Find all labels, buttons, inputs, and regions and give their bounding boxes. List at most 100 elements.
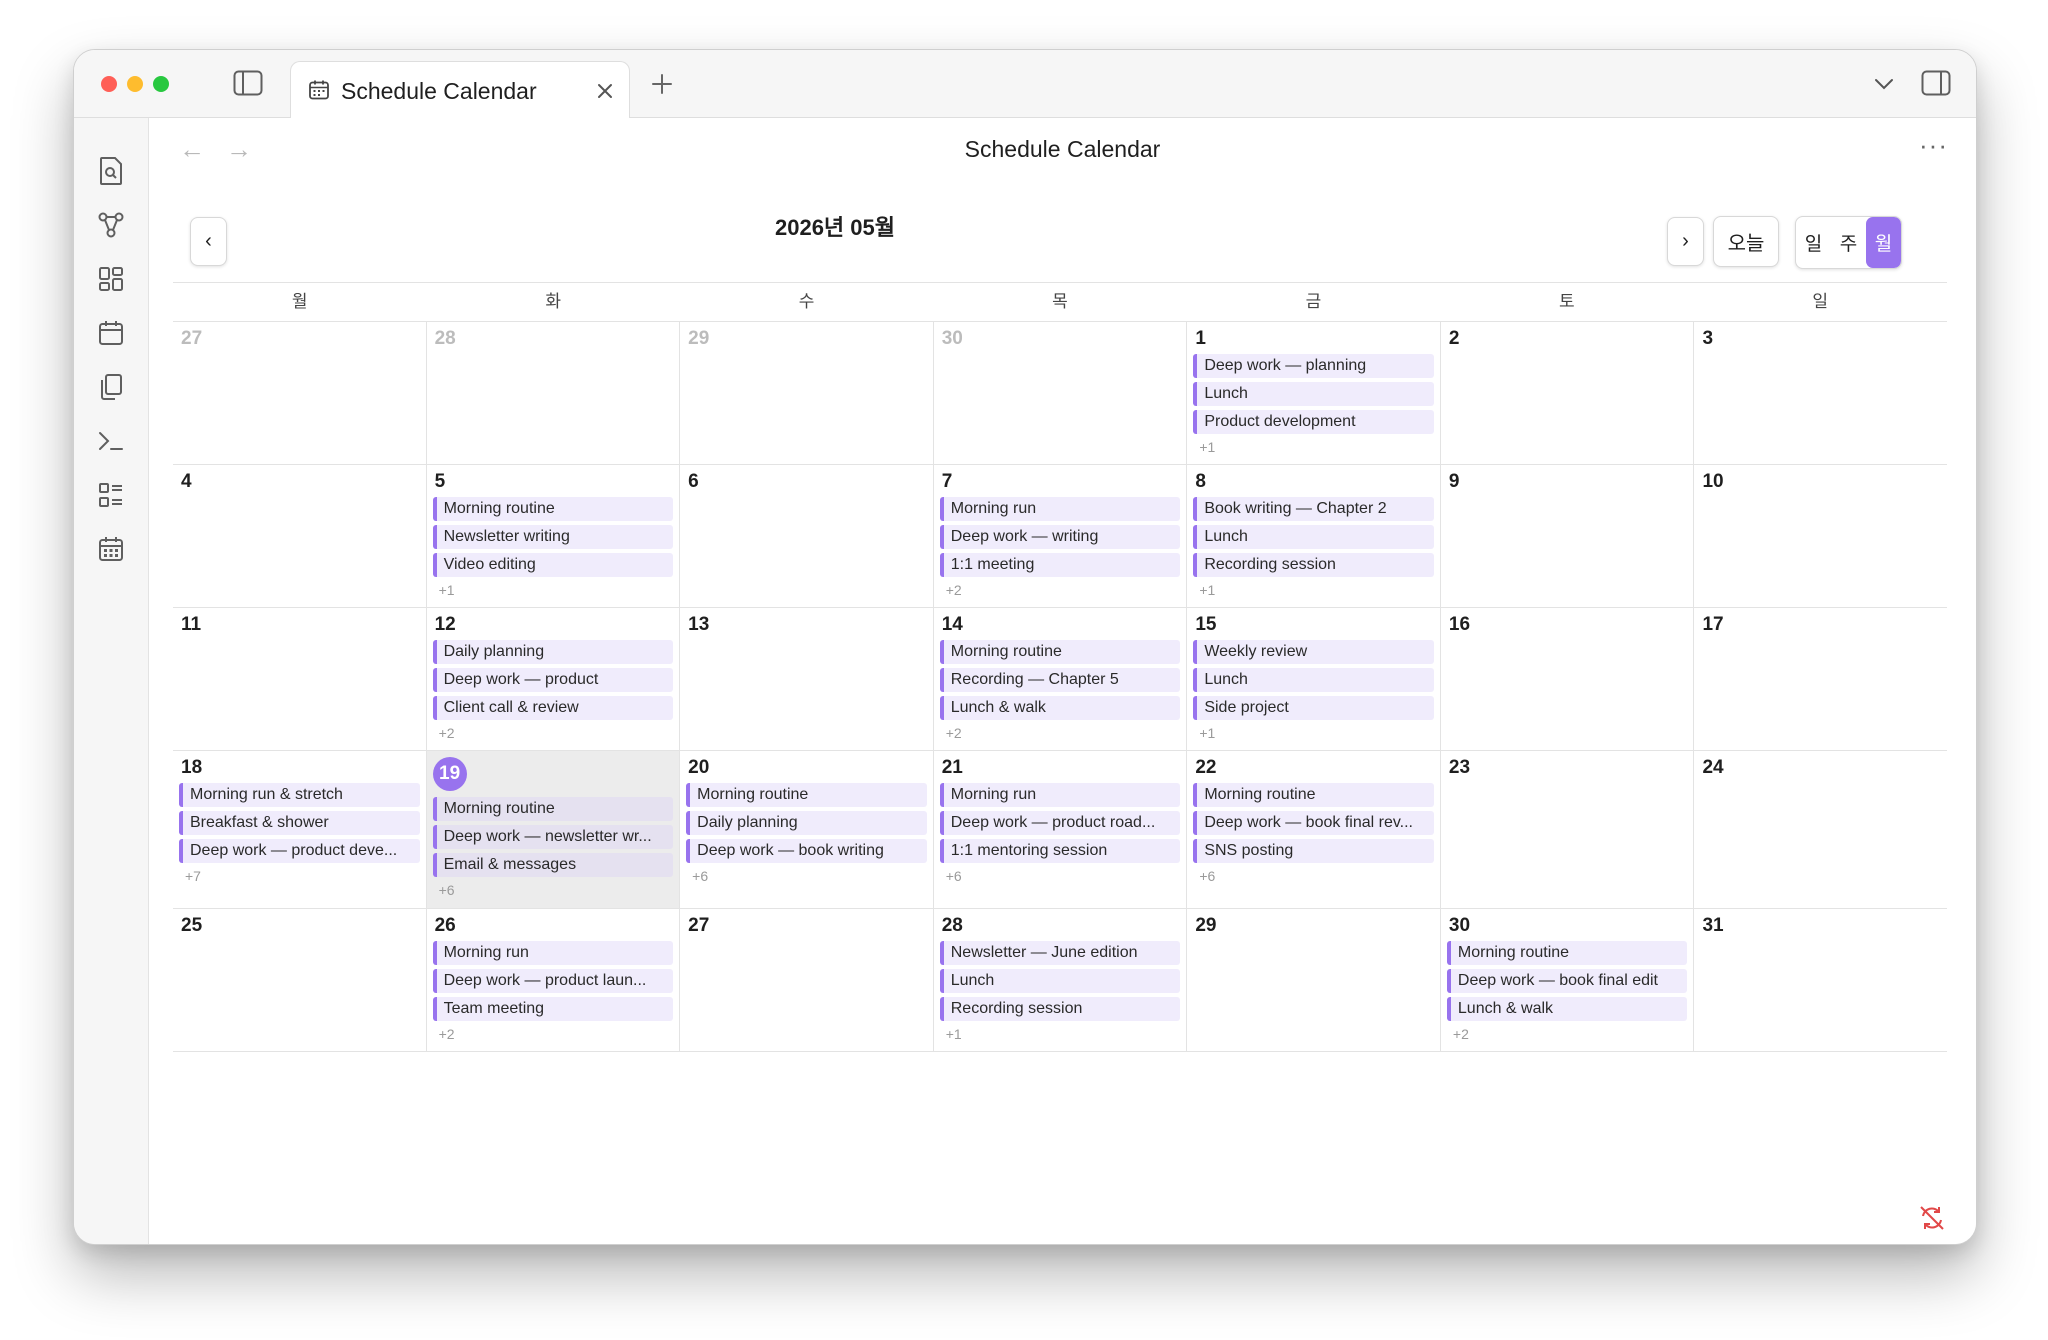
more-events-count[interactable]: +1 bbox=[433, 582, 674, 598]
event-chip[interactable]: Deep work — book final edit bbox=[1446, 969, 1688, 993]
day-cell[interactable]: 11 bbox=[173, 608, 426, 750]
more-events-count[interactable]: +2 bbox=[433, 725, 674, 741]
day-cell[interactable]: 22 Morning routine Deep work — book final … bbox=[1186, 751, 1440, 908]
event-chip[interactable]: Morning routine bbox=[686, 783, 927, 807]
tab-schedule-calendar[interactable]: Schedule Calendar bbox=[290, 61, 630, 118]
more-events-count[interactable]: +1 bbox=[1193, 439, 1434, 455]
event-chip[interactable]: Morning run & stretch bbox=[179, 783, 420, 807]
day-cell[interactable]: 7 Morning run Deep work — writing 1:1 meeti… bbox=[932, 465, 1187, 607]
event-chip[interactable]: Morning run bbox=[432, 941, 674, 965]
more-events-count[interactable]: +2 bbox=[940, 582, 1181, 598]
day-cell[interactable]: 30 Morning routine Deep work — book final … bbox=[1439, 909, 1694, 1051]
event-chip[interactable]: Deep work — product deve... bbox=[179, 839, 420, 863]
event-chip[interactable]: Morning routine bbox=[432, 497, 674, 521]
day-cell[interactable]: 5 Morning routine Newsletter writing Video … bbox=[425, 465, 680, 607]
event-chip[interactable]: Lunch bbox=[1193, 668, 1434, 692]
more-events-count[interactable]: +6 bbox=[940, 868, 1181, 884]
event-chip[interactable]: 1:1 meeting bbox=[939, 553, 1181, 577]
view-week-button[interactable]: 주 bbox=[1831, 217, 1866, 268]
more-events-count[interactable]: +6 bbox=[686, 868, 927, 884]
event-chip[interactable]: Daily planning bbox=[432, 640, 674, 664]
list-view-icon[interactable] bbox=[94, 478, 128, 512]
more-events-count[interactable]: +7 bbox=[179, 868, 420, 884]
schedule-calendar-icon[interactable] bbox=[94, 532, 128, 566]
event-chip[interactable]: Newsletter writing bbox=[432, 525, 674, 549]
day-cell[interactable]: 13 bbox=[679, 608, 933, 750]
more-options-icon[interactable]: ··· bbox=[1919, 130, 1948, 161]
event-chip[interactable]: Morning routine bbox=[939, 640, 1181, 664]
new-tab-icon[interactable] bbox=[648, 70, 676, 98]
more-events-count[interactable]: +1 bbox=[1193, 725, 1434, 741]
next-month-button[interactable]: › bbox=[1667, 217, 1704, 266]
event-chip[interactable]: Lunch bbox=[1193, 382, 1434, 406]
dashboard-grid-icon[interactable] bbox=[94, 262, 128, 296]
event-chip[interactable]: Recording session bbox=[1193, 553, 1434, 577]
event-chip[interactable]: Client call & review bbox=[432, 696, 674, 720]
copy-pages-icon[interactable] bbox=[94, 370, 128, 404]
zoom-window-button[interactable] bbox=[153, 76, 169, 92]
day-cell[interactable]: 25 bbox=[173, 909, 426, 1051]
event-chip[interactable]: Breakfast & shower bbox=[179, 811, 420, 835]
event-chip[interactable]: Team meeting bbox=[432, 997, 674, 1021]
event-chip[interactable]: Video editing bbox=[432, 553, 674, 577]
day-cell[interactable]: 27 bbox=[173, 322, 426, 464]
day-cell[interactable]: 6 bbox=[679, 465, 933, 607]
day-cell[interactable]: 23 bbox=[1439, 751, 1694, 908]
day-cell[interactable]: 28 Newsletter — June edition Lunch Recordin… bbox=[932, 909, 1187, 1051]
search-file-icon[interactable] bbox=[94, 154, 128, 188]
day-cell[interactable]: 26 Morning run Deep work — product laun...… bbox=[425, 909, 680, 1051]
event-chip[interactable]: Deep work — newsletter wr... bbox=[432, 825, 674, 849]
event-chip[interactable]: Deep work — book final rev... bbox=[1193, 811, 1434, 835]
event-chip[interactable]: Deep work — product bbox=[432, 668, 674, 692]
day-cell[interactable]: 8 Book writing — Chapter 2 Lunch Recording … bbox=[1186, 465, 1440, 607]
event-chip[interactable]: Morning routine bbox=[432, 797, 674, 821]
event-chip[interactable]: Morning routine bbox=[1193, 783, 1434, 807]
day-cell[interactable]: 10 bbox=[1693, 465, 1947, 607]
calendar-icon[interactable] bbox=[94, 316, 128, 350]
day-cell[interactable]: 17 bbox=[1693, 608, 1947, 750]
toggle-right-sidebar-icon[interactable] bbox=[1920, 68, 1952, 98]
event-chip[interactable]: Recording — Chapter 5 bbox=[939, 668, 1181, 692]
sync-disabled-icon[interactable] bbox=[1912, 1198, 1952, 1238]
event-chip[interactable]: Side project bbox=[1193, 696, 1434, 720]
more-events-count[interactable]: +2 bbox=[433, 1026, 674, 1042]
view-month-button[interactable]: 월 bbox=[1866, 217, 1901, 268]
more-events-count[interactable]: +6 bbox=[1193, 868, 1434, 884]
day-cell[interactable]: 30 bbox=[932, 322, 1187, 464]
close-window-button[interactable] bbox=[101, 76, 117, 92]
today-button[interactable]: 오늘 bbox=[1713, 216, 1779, 267]
day-cell[interactable]: 21 Morning run Deep work — product road...… bbox=[932, 751, 1187, 908]
minimize-window-button[interactable] bbox=[127, 76, 143, 92]
event-chip[interactable]: Email & messages bbox=[432, 853, 674, 877]
event-chip[interactable]: Recording session bbox=[939, 997, 1181, 1021]
more-events-count[interactable]: +1 bbox=[1193, 582, 1434, 598]
event-chip[interactable]: Book writing — Chapter 2 bbox=[1193, 497, 1434, 521]
event-chip[interactable]: Lunch & walk bbox=[1446, 997, 1688, 1021]
event-chip[interactable]: Weekly review bbox=[1193, 640, 1434, 664]
event-chip[interactable]: Deep work — planning bbox=[1193, 354, 1434, 378]
toggle-left-sidebar-icon[interactable] bbox=[232, 68, 264, 98]
day-cell[interactable]: 27 bbox=[679, 909, 933, 1051]
day-cell[interactable]: 15 Weekly review Lunch Side project +1 bbox=[1186, 608, 1440, 750]
day-cell[interactable]: 31 bbox=[1693, 909, 1947, 1051]
event-chip[interactable]: Morning run bbox=[939, 783, 1181, 807]
day-cell[interactable]: 29 bbox=[1186, 909, 1440, 1051]
event-chip[interactable]: Lunch bbox=[939, 969, 1181, 993]
event-chip[interactable]: Lunch & walk bbox=[939, 696, 1181, 720]
terminal-icon[interactable] bbox=[94, 424, 128, 458]
view-day-button[interactable]: 일 bbox=[1796, 217, 1831, 268]
day-cell[interactable]: 18 Morning run & stretch Breakfast & showe… bbox=[173, 751, 426, 908]
event-chip[interactable]: SNS posting bbox=[1193, 839, 1434, 863]
day-cell[interactable]: 4 bbox=[173, 465, 426, 607]
day-cell[interactable]: 14 Morning routine Recording — Chapter 5 Lu… bbox=[932, 608, 1187, 750]
event-chip[interactable]: Daily planning bbox=[686, 811, 927, 835]
close-tab-icon[interactable] bbox=[593, 79, 617, 103]
day-cell[interactable]: 19 Morning routine Deep work — newsletter … bbox=[425, 751, 680, 908]
day-cell[interactable]: 1 Deep work — planning Lunch Product develo… bbox=[1186, 322, 1440, 464]
day-cell[interactable]: 12 Daily planning Deep work — product Clien… bbox=[425, 608, 680, 750]
more-events-count[interactable]: +2 bbox=[1447, 1026, 1688, 1042]
graph-view-icon[interactable] bbox=[94, 208, 128, 242]
event-chip[interactable]: Product development bbox=[1193, 410, 1434, 434]
event-chip[interactable]: Deep work — writing bbox=[939, 525, 1181, 549]
day-cell[interactable]: 28 bbox=[425, 322, 680, 464]
